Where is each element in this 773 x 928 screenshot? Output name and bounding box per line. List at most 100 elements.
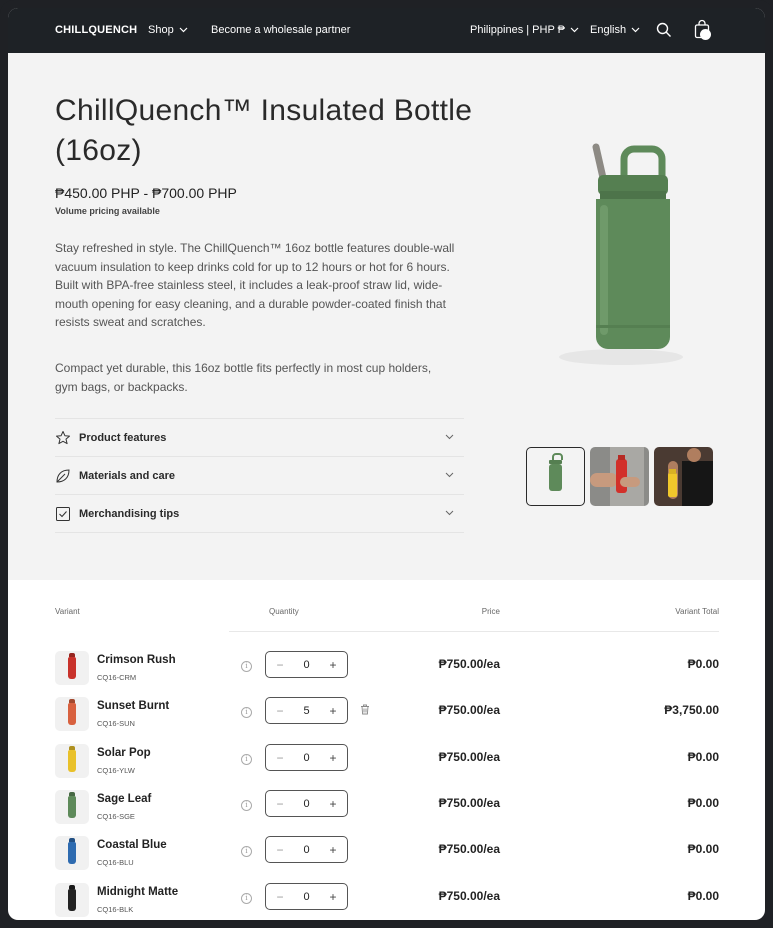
quantity-input[interactable]: 0 — [303, 659, 309, 671]
variant-thumbnail — [55, 697, 89, 731]
increment-button[interactable]: + — [327, 704, 339, 718]
variant-total: ₱0.00 — [687, 842, 719, 856]
quantity-input[interactable]: 0 — [303, 752, 309, 764]
variant-name: Crimson Rush — [97, 654, 176, 666]
volume-pricing-note: Volume pricing available — [55, 206, 160, 216]
variant-price: ₱750.00/ea — [438, 796, 500, 810]
country-selector[interactable]: Philippines | PHP ₱ — [470, 24, 579, 36]
increment-button[interactable]: + — [327, 843, 339, 857]
variant-thumbnail — [55, 883, 89, 917]
quantity-input[interactable]: 0 — [303, 891, 309, 903]
decrement-button[interactable]: − — [274, 797, 286, 811]
quantity-stepper: − 0 + — [265, 790, 348, 817]
info-icon[interactable]: i — [241, 707, 252, 718]
variant-total: ₱0.00 — [687, 657, 719, 671]
thumbnail-gallery — [526, 447, 713, 506]
site-header: CHILLQUENCH Shop Become a wholesale part… — [8, 8, 765, 53]
thumbnail-green-bottle[interactable] — [526, 447, 585, 506]
product-description-secondary: Compact yet durable, this 16oz bottle fi… — [55, 361, 432, 394]
variant-name: Coastal Blue — [97, 839, 167, 851]
nav-shop[interactable]: Shop — [148, 24, 188, 36]
quantity-stepper: − 5 + — [265, 697, 348, 724]
info-icon[interactable]: i — [241, 846, 252, 857]
variant-name: Midnight Matte — [97, 886, 179, 898]
accordion-materials-care[interactable]: Materials and care — [55, 457, 464, 495]
product-main-image — [559, 143, 683, 365]
price-range: ₱450.00 PHP - ₱700.00 PHP — [55, 185, 237, 201]
variant-price: ₱750.00/ea — [438, 657, 500, 671]
variant-total: ₱0.00 — [687, 796, 719, 810]
quantity-input[interactable]: 0 — [303, 798, 309, 810]
site-logo[interactable]: CHILLQUENCH — [55, 24, 137, 36]
country-label: Philippines | PHP ₱ — [470, 24, 565, 36]
chevron-down-icon — [631, 27, 640, 33]
increment-button[interactable]: + — [327, 797, 339, 811]
quantity-stepper: − 0 + — [265, 883, 348, 910]
variant-thumbnail — [55, 790, 89, 824]
variant-sku: CQ16-SGE — [97, 812, 135, 821]
star-icon — [55, 430, 71, 446]
table-row: Solar Pop CQ16-YLW i − 0 + ₱750.00/ea ₱0.00 — [55, 744, 719, 790]
decrement-button[interactable]: − — [274, 890, 286, 904]
accordion-label: Materials and care — [79, 469, 175, 482]
quantity-stepper: − 0 + — [265, 651, 348, 678]
accordion-merchandising-tips[interactable]: Merchandising tips — [55, 495, 464, 533]
thumbnail-image — [654, 447, 713, 506]
product-hero: ChillQuench™ Insulated Bottle (16oz) ₱45… — [8, 53, 765, 580]
thumbnail-red-bottle-lifestyle[interactable] — [590, 447, 649, 506]
increment-button[interactable]: + — [327, 658, 339, 672]
variant-price: ₱750.00/ea — [438, 889, 500, 903]
search-icon[interactable] — [656, 22, 672, 38]
bottle-icon — [68, 703, 76, 725]
trash-icon[interactable] — [360, 704, 370, 715]
variant-sku: CQ16-YLW — [97, 766, 135, 775]
chevron-down-icon — [445, 472, 454, 478]
quantity-input[interactable]: 0 — [303, 844, 309, 856]
chevron-down-icon — [570, 27, 579, 33]
product-title: ChillQuench™ Insulated Bottle (16oz) — [55, 94, 473, 167]
variant-total: ₱0.00 — [687, 750, 719, 764]
cart-count-badge — [700, 29, 711, 40]
nav-wholesale-link[interactable]: Become a wholesale partner — [211, 24, 350, 36]
increment-button[interactable]: + — [327, 751, 339, 765]
variant-sku: CQ16-CRM — [97, 673, 137, 682]
increment-button[interactable]: + — [327, 890, 339, 904]
column-header-total: Variant Total — [675, 607, 719, 616]
quantity-input[interactable]: 5 — [303, 705, 309, 717]
variant-name: Solar Pop — [97, 747, 151, 759]
thumbnail-image — [590, 447, 649, 506]
variant-name: Sunset Burnt — [97, 700, 170, 712]
table-row: Midnight Matte CQ16-BLK i − 0 + ₱750.00/ea ₱0.0… — [55, 883, 719, 920]
chevron-down-icon — [179, 27, 188, 33]
decrement-button[interactable]: − — [274, 658, 286, 672]
thumbnail-yellow-bottle-lifestyle[interactable] — [654, 447, 713, 506]
accordion-label: Merchandising tips — [79, 507, 180, 520]
variant-thumbnail — [55, 651, 89, 685]
variant-price: ₱750.00/ea — [438, 750, 500, 764]
accordion-product-features[interactable]: Product features — [55, 419, 464, 457]
header-divider — [229, 631, 719, 632]
decrement-button[interactable]: − — [274, 751, 286, 765]
info-icon[interactable]: i — [241, 800, 252, 811]
chevron-down-icon — [445, 434, 454, 440]
info-icon[interactable]: i — [241, 893, 252, 904]
table-row: Sunset Burnt CQ16-SUN i − 5 + ₱750.00/ea ₱3,750… — [55, 697, 719, 743]
info-icon[interactable]: i — [241, 754, 252, 765]
bottle-icon — [68, 842, 76, 864]
bottle-icon — [68, 889, 76, 911]
product-accordion: Product features Materials and care Merc… — [55, 418, 464, 533]
page: CHILLQUENCH Shop Become a wholesale part… — [8, 8, 765, 920]
thumbnail-image — [549, 453, 563, 491]
variant-sku: CQ16-BLU — [97, 858, 134, 867]
checkbox-icon — [55, 506, 71, 522]
column-header-quantity: Quantity — [269, 607, 299, 616]
variant-thumbnail — [55, 744, 89, 778]
language-selector[interactable]: English — [590, 24, 640, 36]
table-row: Coastal Blue CQ16-BLU i − 0 + ₱750.00/ea ₱0.00 — [55, 836, 719, 882]
table-row: Sage Leaf CQ16-SGE i − 0 + ₱750.00/ea ₱0.00 — [55, 790, 719, 836]
variant-thumbnail — [55, 836, 89, 870]
product-description: Stay refreshed in style. The ChillQuench… — [55, 241, 455, 329]
decrement-button[interactable]: − — [274, 843, 286, 857]
info-icon[interactable]: i — [241, 661, 252, 672]
decrement-button[interactable]: − — [274, 704, 286, 718]
